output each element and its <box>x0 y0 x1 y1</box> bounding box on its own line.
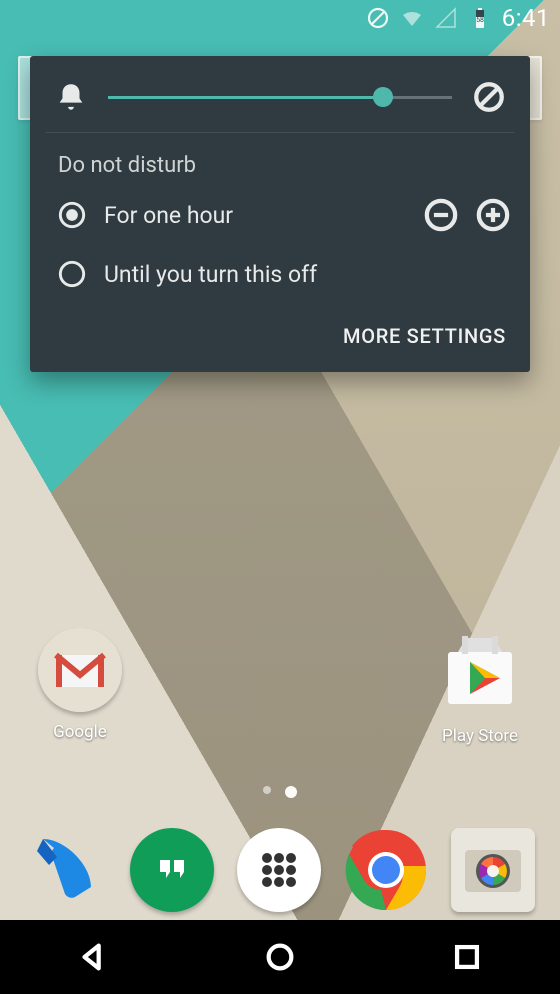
chrome-icon <box>344 828 428 912</box>
dnd-section-title: Do not disturb <box>30 133 530 184</box>
ringer-icon <box>54 80 88 114</box>
dock-hangouts[interactable] <box>130 828 214 912</box>
nav-back-button[interactable] <box>76 940 110 974</box>
play-store-icon <box>436 628 524 716</box>
volume-dnd-panel: Do not disturb For one hour Until you tu… <box>30 56 530 372</box>
dock-phone[interactable] <box>25 829 107 911</box>
nav-recent-button[interactable] <box>450 940 484 974</box>
home-apps-row: Google Play Store <box>0 628 560 746</box>
nav-home-button[interactable] <box>263 940 297 974</box>
dock-app-drawer[interactable] <box>237 828 321 912</box>
ringer-volume-slider[interactable] <box>108 85 452 109</box>
wifi-icon <box>400 6 424 30</box>
cell-signal-icon <box>434 6 458 30</box>
app-play-store[interactable]: Play Store <box>430 628 530 746</box>
more-settings-button[interactable]: MORE SETTINGS <box>30 302 530 354</box>
app-google-folder[interactable]: Google <box>30 628 130 746</box>
dock-camera[interactable] <box>451 828 535 912</box>
svg-text:58: 58 <box>476 16 484 24</box>
dnd-option-label: For one hour <box>104 202 424 229</box>
nav-bar <box>0 920 560 994</box>
app-drawer-icon <box>256 847 302 893</box>
folder-icon <box>38 628 122 712</box>
status-clock: 6:41 <box>502 4 550 32</box>
app-label: Play Store <box>442 726 518 746</box>
page-dot-active <box>285 786 297 798</box>
dnd-option-until-off[interactable]: Until you turn this off <box>30 246 530 302</box>
radio-unselected-icon <box>58 260 86 288</box>
increase-duration-button[interactable] <box>476 198 510 232</box>
dnd-option-label: Until you turn this off <box>104 261 510 288</box>
page-indicator[interactable] <box>0 786 560 798</box>
status-bar: 58 6:41 <box>0 0 560 36</box>
slider-fill <box>108 96 383 99</box>
dock-chrome[interactable] <box>344 828 428 912</box>
radio-selected-icon <box>58 201 86 229</box>
page-dot <box>263 786 271 794</box>
decrease-duration-button[interactable] <box>424 198 458 232</box>
battery-icon: 58 <box>468 6 492 30</box>
mute-icon[interactable] <box>472 80 506 114</box>
slider-thumb[interactable] <box>373 87 393 107</box>
camera-icon <box>463 840 523 900</box>
app-label: Google <box>53 722 107 742</box>
hangouts-icon <box>150 848 194 892</box>
do-not-disturb-status-icon <box>366 6 390 30</box>
dock <box>0 820 560 920</box>
dnd-option-for-one-hour[interactable]: For one hour <box>30 184 530 246</box>
